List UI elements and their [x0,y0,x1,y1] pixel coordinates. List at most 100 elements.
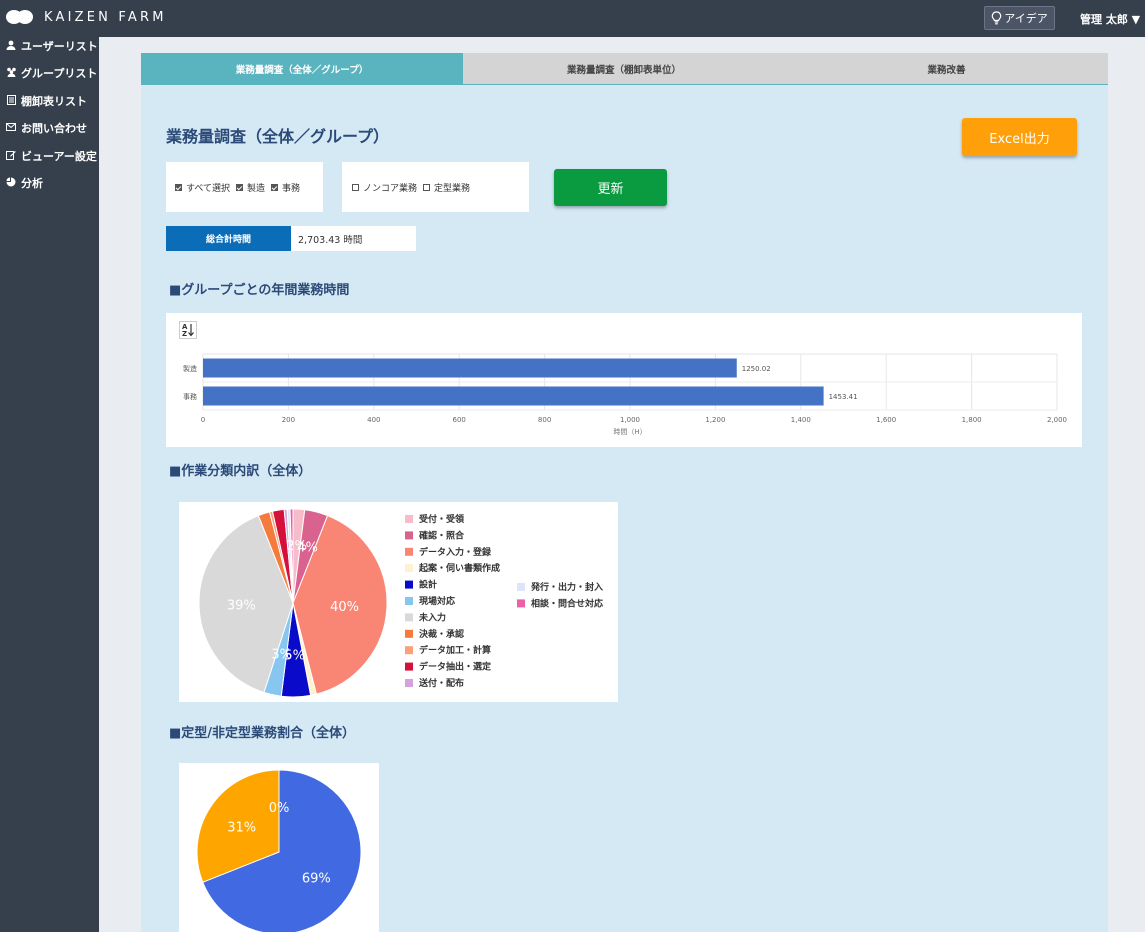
noncore-checkbox[interactable]: ノンコア業務 [352,181,417,194]
checkbox-box[interactable] [175,183,182,191]
app-logo[interactable]: KAIZEN FARM [6,9,167,25]
legend-swatch [405,613,413,622]
x-tick-label: 800 [538,416,551,424]
x-tick-label: 2,000 [1047,416,1067,424]
bar-value-label: 1250.02 [742,365,771,373]
pie-percent-label: 31% [227,821,256,836]
sidebar-item-viewer-settings[interactable]: ビューアー設定 [5,148,97,164]
routine-checkbox[interactable]: 定型業務 [423,181,470,194]
sidebar-item-groups[interactable]: グループリスト [5,65,97,81]
x-tick-label: 1,800 [962,416,982,424]
legend-swatch [405,629,413,638]
sidebar-item-label: ビューアー設定 [21,150,97,163]
checkbox-box[interactable] [352,183,359,191]
legend-swatch [405,531,413,540]
sidebar-item-label: お問い合わせ [21,122,87,135]
manufacturing-checkbox[interactable]: 製造 [236,181,265,194]
pie2-section-title: ■定型/非定型業務割合（全体） [169,726,356,741]
checkbox-box[interactable] [423,183,431,191]
update-button[interactable]: 更新 [554,169,667,206]
total-hours-label: 総合計時間 [166,226,291,251]
legend-label: データ抽出・選定 [419,661,492,673]
logo-mark-icon [6,9,34,25]
tab-improvement[interactable]: 業務改善 [785,53,1108,84]
office-checkbox[interactable]: 事務 [271,181,300,194]
sidebar-item-label: グループリスト [21,67,98,80]
sidebar-item-label: 分析 [21,177,43,190]
x-tick-label: 1,600 [876,416,896,424]
user-menu[interactable]: 管理 太郎 ▼ [1080,11,1140,27]
legend-label: 設計 [419,579,437,591]
checkbox-label: すべて選択 [186,183,231,194]
checkbox-label: ノンコア業務 [363,183,418,194]
tab-bar: 業務量調査（全体／グループ） 業務量調査（棚卸表単位） 業務改善 [141,53,1108,85]
legend-swatch [405,679,413,687]
idea-button[interactable]: アイデア [984,6,1055,30]
work-category-chart: 40% 39% 3% 5% 2% 4% 受付・受領 確認・照合 データ入力・登録 起案・伺い書類作… [179,502,618,702]
legend-swatch [405,580,413,589]
pie-percent-label: 5% [284,649,305,664]
x-tick-label: 0 [201,416,205,424]
checkbox-box[interactable] [271,183,279,191]
sidebar-item-users[interactable]: ユーザーリスト [5,38,98,54]
legend-swatch [405,515,413,523]
total-hours-value: 2,703.43 時間 [291,226,416,251]
group-icon [5,67,17,80]
list-icon [5,94,17,108]
legend-swatch [405,662,413,671]
bar [203,358,737,378]
x-tick-label: 1,200 [705,416,725,424]
legend-swatch [517,583,525,591]
pie-percent-label: 39% [227,599,256,614]
legend-label: 送付・配布 [418,677,464,689]
idea-button-label: アイデア [1004,12,1048,25]
legend-swatch [405,597,413,605]
logo-text: KAIZEN FARM [44,9,167,25]
y-category-label: 事務 [183,392,197,401]
tab-survey-overall[interactable]: 業務量調査（全体／グループ） [141,53,463,84]
excel-export-button[interactable]: Excel出力 [962,118,1077,156]
group-hours-chart: AZ 0 200 400 600 800 1,000 1,200 1,400 1,600 1,80… [166,313,1082,447]
select-all-checkbox[interactable]: すべて選択 [175,181,230,194]
top-bar: KAIZEN FARM アイデア 管理 太郎 ▼ [0,0,1145,37]
pie1-section-title: ■作業分類内訳（全体） [169,464,312,479]
legend-label: 決裁・承認 [419,628,464,640]
legend-swatch [405,564,413,573]
routine-ratio-chart: 69% 31% 0% [179,763,379,932]
user-icon [5,40,17,53]
sidebar-item-label: 棚卸表リスト [21,95,87,108]
pie-percent-label: 0% [269,801,290,816]
pie-percent-label: 4% [297,541,318,556]
bar-section-title: ■グループごとの年間業務時間 [169,283,350,298]
legend-label: 未入力 [418,611,446,623]
legend-label: 相談・問合せ対応 [531,597,603,609]
legend-label: 確認・照合 [419,529,465,541]
legend-label: 受付・受領 [419,513,465,525]
x-tick-label: 600 [453,416,466,424]
y-category-label: 製造 [183,364,197,373]
main-panel: 業務量調査（全体／グループ） 業務量調査（棚卸表単位） 業務改善 業務量調査（全… [141,53,1108,932]
x-tick-label: 1,400 [791,416,811,424]
category-pie-svg: 40%39%3%5%2%4%受付・受領確認・照合データ入力・登録起案・伺い書類作… [198,508,603,698]
sidebar-item-label: ユーザーリスト [21,40,98,53]
legend-label: 現場対応 [419,595,455,607]
pie-percent-label: 69% [302,871,331,886]
tab-survey-inventory[interactable]: 業務量調査（棚卸表単位） [463,53,785,84]
sidebar-item-inventory[interactable]: 棚卸表リスト [5,93,87,109]
group-filter: すべて選択 製造 事務 [166,162,323,212]
legend-swatch [517,599,525,608]
sidebar-item-analysis[interactable]: 分析 [5,175,43,191]
legend-label: 発行・出力・封入 [530,581,603,593]
edit-icon [5,150,17,163]
legend-label: データ入力・登録 [419,546,492,558]
legend-swatch [405,646,413,655]
legend-label: データ加工・計算 [419,644,491,656]
sidebar: ユーザーリスト グループリスト 棚卸表リスト お問い合わせ ビューアー設定 分析 [0,37,99,932]
checkbox-label: 定型業務 [434,183,471,194]
sidebar-item-contact[interactable]: お問い合わせ [5,120,87,136]
x-tick-label: 200 [282,416,295,424]
bar-chart-svg: 0 200 400 600 800 1,000 1,200 1,400 1,600 1,800 2,… [183,353,1067,436]
checkbox-box[interactable] [236,183,244,191]
mail-icon [5,122,17,134]
legend-label: 起案・伺い書類作成 [418,562,500,574]
